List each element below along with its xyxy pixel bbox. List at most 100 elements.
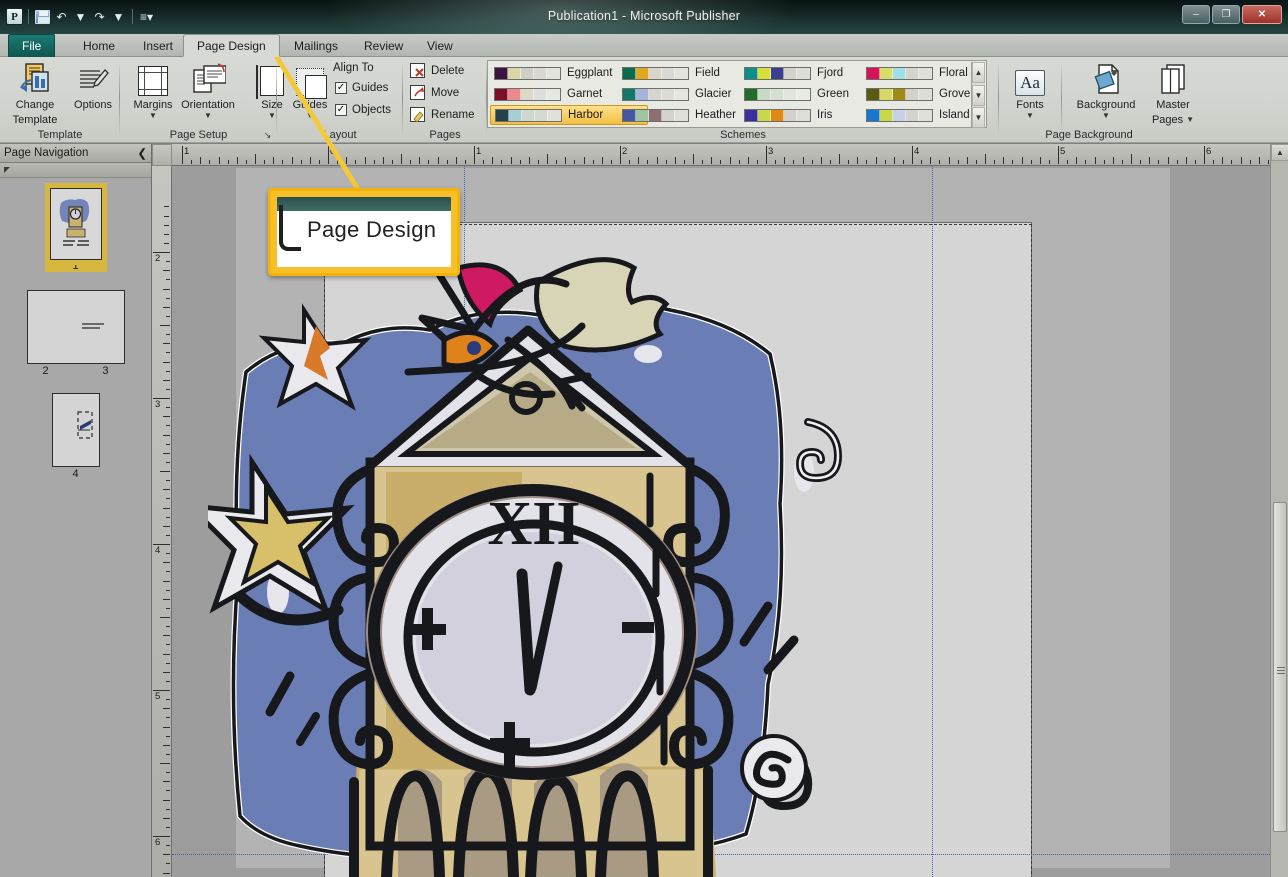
tab-mailings[interactable]: Mailings [281,34,351,57]
orientation-dropdown-icon[interactable]: ▼ [204,112,212,120]
vruler-major-tick [153,836,170,837]
rename-page-button[interactable]: Rename [410,107,474,122]
scheme-item-floral[interactable]: Floral [862,63,1020,83]
schemes-scroll-more-icon[interactable]: ▼ [972,107,985,128]
tab-home[interactable]: Home [70,34,128,57]
color-schemes-gallery[interactable]: Eggplant Garnet Harbor Field Glacier Hea… [487,60,987,128]
hruler-minor-tick [1085,160,1087,164]
page-navigation-header: Page Navigation ❮ [0,144,151,163]
vruler-minor-tick [163,708,170,710]
options-button[interactable]: Options [62,60,124,111]
delete-page-button[interactable]: Delete [410,63,464,78]
vruler-minor-tick [166,261,170,263]
page-thumbnail-1-number: 1 [44,260,107,272]
master-pages-button[interactable]: Master Pages ▼ [1142,60,1204,126]
align-to-objects-label: Objects [352,104,391,116]
change-template-label2: Template [12,114,58,126]
ruler-corner[interactable] [152,144,172,166]
margins-dropdown-icon[interactable]: ▼ [149,112,157,120]
vruler-minor-tick [163,270,170,272]
hruler-minor-tick [902,160,904,164]
vruler-minor-tick [166,553,170,555]
align-to-objects-checkbox[interactable]: ✓ Objects [335,104,391,116]
vruler-minor-tick [166,461,170,463]
restore-button[interactable]: ❐ [1212,5,1240,24]
page-setup-dialog-launcher[interactable]: ↘ [262,130,273,141]
window-title: Publication1 - Microsoft Publisher [547,9,741,23]
tab-insert[interactable]: Insert [130,34,186,57]
scheme-item-island[interactable]: Island [862,105,1020,125]
close-button[interactable]: ✕ [1242,5,1282,24]
hruler-minor-tick [419,157,421,164]
hruler-minor-tick [1158,160,1160,164]
expand-triangle-icon[interactable] [4,167,10,173]
group-label-page-setup: Page Setup [169,129,228,141]
vruler-minor-tick [166,370,170,372]
hruler-minor-tick [318,160,320,164]
vruler-minor-tick [160,763,170,764]
clock-tower-artwork[interactable]: XII [208,222,918,877]
minimize-button[interactable]: – [1182,5,1210,24]
change-template-button[interactable]: Change Template [4,60,66,126]
ribbon-group-page-setup: Margins ▼ Orientation ▼ Size ▼ Page Setu… [120,57,284,143]
guides-dropdown-icon[interactable]: ▼ [306,112,314,120]
vertical-ruler[interactable]: 2 3 4 5 6 [152,166,172,877]
collapse-pane-icon[interactable]: ❮ [137,146,147,160]
fonts-dropdown-icon[interactable]: ▼ [1026,112,1034,120]
move-page-button[interactable]: Move [410,85,459,100]
hruler-minor-tick [829,160,831,164]
vruler-minor-tick [163,507,170,509]
scheme-label-grove: Grove [939,88,971,100]
vruler-minor-tick [166,571,170,573]
tab-view[interactable]: View [414,34,466,57]
master-pages-dropdown-icon[interactable]: ▼ [1186,116,1194,124]
ribbon-group-page-background: Aa Fonts ▼ Background ▼ Master Pages ▼ P… [999,57,1194,143]
horizontal-ruler[interactable]: 1 0 1 2 3 4 5 6 [172,144,1270,166]
hruler-minor-tick [245,160,247,164]
schemes-scroll-up-icon[interactable]: ▲ [972,62,985,83]
scrollbar-thumb[interactable] [1273,502,1287,832]
hruler-minor-tick [1103,160,1105,164]
tab-file[interactable]: File [8,34,56,57]
scroll-up-arrow-icon[interactable]: ▲ [1271,144,1288,161]
hruler-minor-tick [921,160,923,164]
hruler-minor-tick [638,157,640,164]
guides-button[interactable]: Guides ▼ [279,60,341,120]
canvas-vertical-scrollbar[interactable]: ▲ [1270,144,1288,877]
background-dropdown-icon[interactable]: ▼ [1102,112,1110,120]
scheme-swatches-green [744,87,811,101]
vruler-major-tick [153,544,170,545]
schemes-scroll-down-icon[interactable]: ▼ [972,84,985,106]
hruler-minor-tick [592,160,594,164]
page-thumbnail-2-3[interactable]: 2 3 [21,290,131,377]
page-thumbnail-1[interactable]: 1 [26,183,126,272]
hruler-minor-tick [264,160,266,164]
vruler-minor-tick [163,562,170,564]
margins-button[interactable]: Margins ▼ [122,60,184,120]
publisher-window: P ↶ ▼ ↷ ▼ ≡▾ Publication1 - Microsoft Pu… [0,0,1288,877]
vruler-minor-tick [166,790,170,792]
hruler-minor-tick [629,160,631,164]
orientation-button[interactable]: Orientation ▼ [177,60,239,120]
vruler-label-3: 5 [155,691,161,702]
size-dropdown-icon[interactable]: ▼ [268,112,276,120]
background-button[interactable]: Background ▼ [1067,60,1145,120]
fonts-button[interactable]: Aa Fonts ▼ [999,60,1061,120]
page-background-inner-divider [1061,61,1062,135]
scheme-item-grove[interactable]: Grove [862,84,1020,104]
vruler-minor-tick [160,325,170,326]
delete-page-label: Delete [431,64,465,77]
hruler-minor-tick [966,157,968,164]
hruler-minor-tick [665,160,667,164]
vruler-minor-tick [163,872,170,874]
hruler-minor-tick [674,157,676,164]
hruler-minor-tick [656,157,658,164]
tab-page-design[interactable]: Page Design [183,34,280,57]
tab-review[interactable]: Review [351,34,416,57]
vruler-minor-tick [163,434,170,436]
align-to-guides-checkbox[interactable]: ✓ Guides [335,82,388,94]
page-thumbnail-4[interactable]: 4 [26,393,126,480]
schemes-gallery-scrollbar[interactable]: ▲ ▼ ▼ [971,62,985,128]
hruler-label-2: 1 [476,146,482,157]
vruler-minor-tick [163,343,170,345]
